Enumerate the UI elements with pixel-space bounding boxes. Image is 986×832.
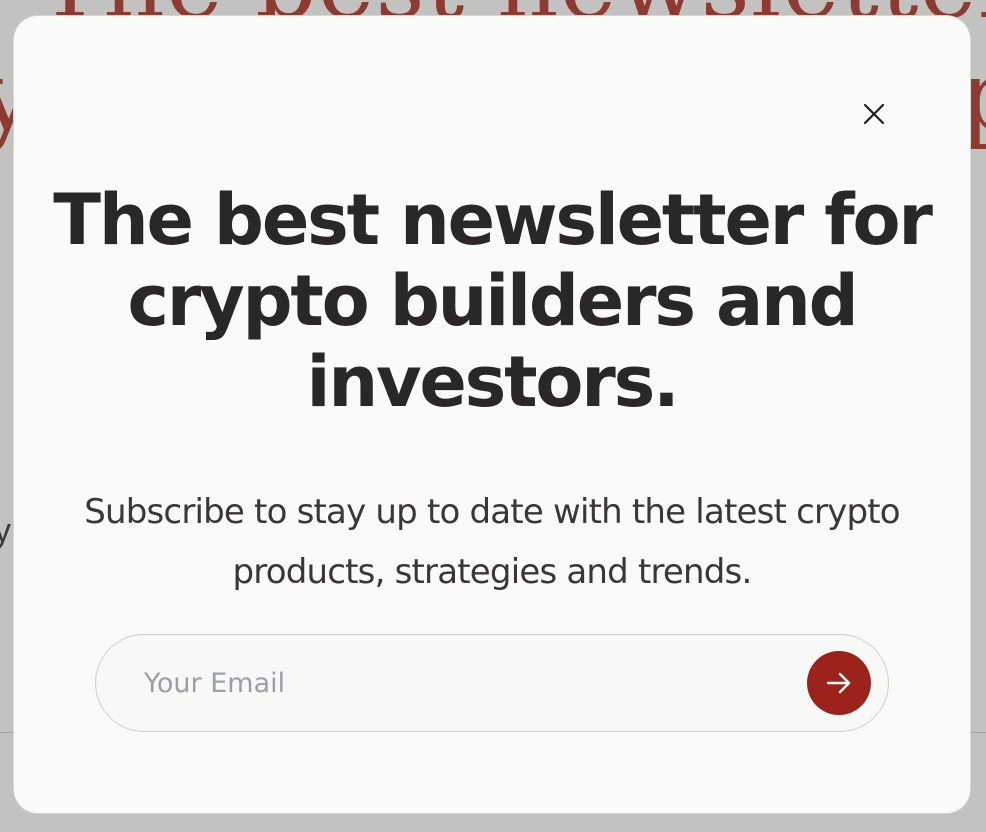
background-text-fragment: y bbox=[0, 512, 11, 550]
close-icon bbox=[858, 98, 890, 130]
modal-subtext: Subscribe to stay up to date with the la… bbox=[84, 492, 900, 592]
modal-headline: The best newsletter for crypto builders … bbox=[53, 179, 933, 423]
email-input[interactable] bbox=[144, 657, 764, 709]
newsletter-modal: The best newsletter for crypto builders … bbox=[14, 16, 970, 813]
subscribe-submit-button[interactable] bbox=[807, 651, 871, 715]
close-button[interactable] bbox=[858, 98, 890, 130]
arrow-right-icon bbox=[807, 668, 871, 698]
subscribe-form bbox=[95, 634, 889, 732]
